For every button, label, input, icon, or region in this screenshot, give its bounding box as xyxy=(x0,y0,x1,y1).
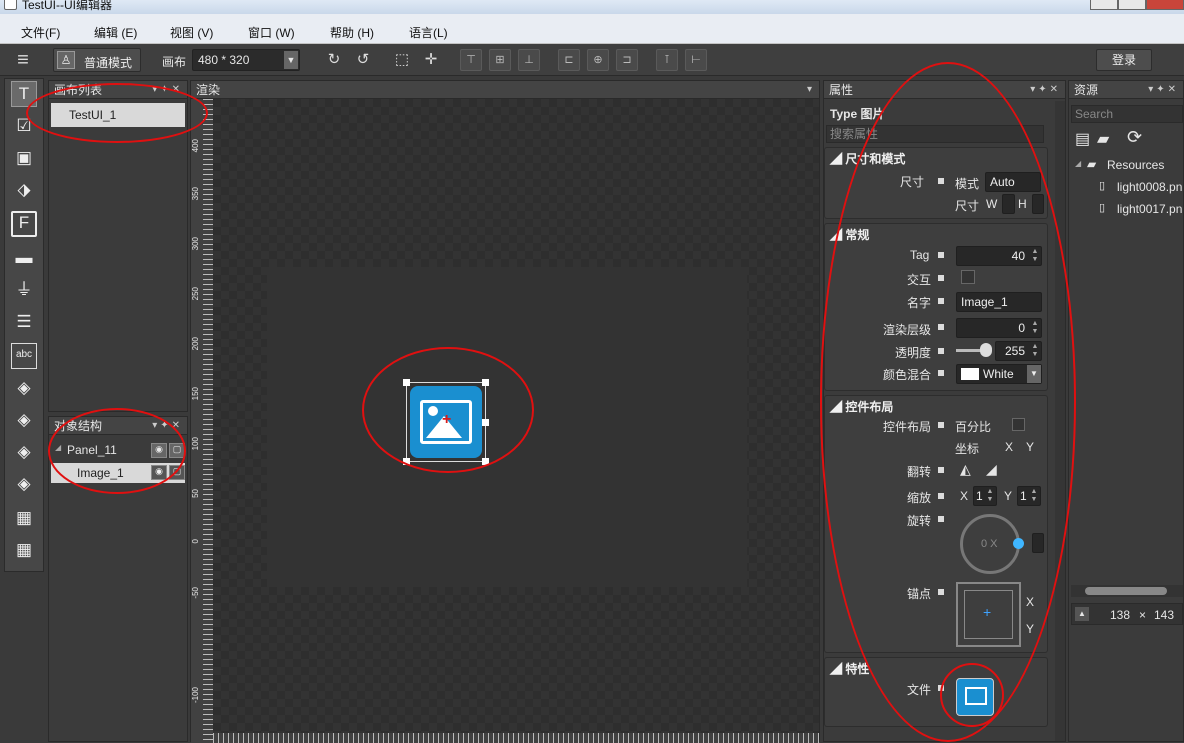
layer-tool-icon-3[interactable]: ◈ xyxy=(11,439,37,465)
annotation-oval xyxy=(940,663,1004,727)
resources-panel: 资源 ▾✦✕ Search ▤ ▰ ⟳ ◢ ▰ Resources ▯ light… xyxy=(1068,80,1184,742)
ruler-label: 50 xyxy=(191,489,200,498)
menu-help[interactable]: 帮助 (H) xyxy=(330,24,374,41)
ruler-label: 250 xyxy=(191,287,200,301)
image-height: 143 xyxy=(1154,608,1175,622)
size-times: × xyxy=(1139,608,1147,622)
ruler-ticks xyxy=(203,99,213,743)
layer-tool-icon-1[interactable]: ◈ xyxy=(11,375,37,401)
align-center-icon[interactable]: ⊕ xyxy=(587,49,609,71)
resources-folder[interactable]: Resources xyxy=(1107,158,1164,172)
panel-menu-icon[interactable]: ▾ xyxy=(807,81,815,99)
align-right-icon[interactable]: ⊐ xyxy=(616,49,638,71)
resources-header: 资源 ▾✦✕ xyxy=(1069,81,1183,99)
menu-bar: 文件(F) 编辑 (E) 视图 (V) 窗口 (W) 帮助 (H) 语言(L) xyxy=(0,14,1184,44)
image-tool-icon[interactable]: ▣ xyxy=(11,145,37,171)
panel-controls[interactable]: ▾✦✕ xyxy=(1148,81,1179,99)
folder-icon[interactable]: ▰ xyxy=(1097,129,1109,149)
annotation-oval xyxy=(362,347,534,473)
image-size-bar: ▲ 138 × 143 xyxy=(1071,603,1183,625)
resources-title: 资源 xyxy=(1074,83,1099,97)
maximize-button[interactable] xyxy=(1118,0,1146,10)
hamburger-menu-icon[interactable]: ≡ xyxy=(11,48,35,72)
select-frame-icon[interactable]: ⬚ xyxy=(390,48,414,72)
menu-view[interactable]: 视图 (V) xyxy=(170,24,213,41)
file-icon: ▯ xyxy=(1099,180,1106,192)
slider-tool-icon[interactable]: ⏚ xyxy=(11,277,37,303)
type-key: Type xyxy=(830,107,858,121)
toolbar: ≡ ♙ 普通模式 画布 480 * 320 ▼ ↻ ↺ ⬚ ✛ ⊤ ⊞ ⊥ ⊏ … xyxy=(0,44,1184,76)
layer-tool-icon-4[interactable]: ◈ xyxy=(11,471,37,497)
mode-button[interactable]: ♙ 普通模式 xyxy=(53,48,141,72)
progress-tool-icon[interactable]: ▬ xyxy=(11,245,37,271)
menu-file[interactable]: 文件(F) xyxy=(21,24,60,41)
align-top-icon[interactable]: ⊤ xyxy=(460,49,482,71)
crosshair-icon[interactable]: ✛ xyxy=(419,48,443,72)
image-width: 138 xyxy=(1110,608,1131,622)
minimize-button[interactable] xyxy=(1090,0,1118,10)
ruler-label: -100 xyxy=(191,687,200,704)
person-icon: ♙ xyxy=(57,51,75,69)
expand-arrow-icon[interactable]: ◢ xyxy=(1075,159,1081,168)
ruler-label: 350 xyxy=(191,187,200,201)
horizontal-scrollbar[interactable] xyxy=(1071,585,1183,597)
font-tool-icon[interactable]: F xyxy=(11,211,37,237)
grid-tool-icon-1[interactable]: ▦ xyxy=(11,505,37,531)
align-left-icon[interactable]: ⊏ xyxy=(558,49,580,71)
ruler-label: -50 xyxy=(191,587,200,599)
ruler-label: 150 xyxy=(191,387,200,401)
login-button[interactable]: 登录 xyxy=(1096,49,1152,71)
mode-label: 普通模式 xyxy=(84,56,133,70)
resource-file[interactable]: light0017.pn xyxy=(1117,202,1182,216)
app-icon xyxy=(4,0,17,10)
canvas-size-value: 480 * 320 xyxy=(198,53,250,67)
ruler-label: 300 xyxy=(191,237,200,251)
properties-title: 属性 xyxy=(829,83,854,97)
annotation-oval xyxy=(48,408,186,494)
menu-window[interactable]: 窗口 (W) xyxy=(248,24,295,41)
rotate-cw-icon[interactable]: ↻ xyxy=(322,48,346,72)
render-title: 渲染 xyxy=(196,83,221,97)
annotation-oval xyxy=(820,62,1076,742)
new-file-icon[interactable]: ▤ xyxy=(1075,129,1090,149)
ruler-label: 100 xyxy=(191,437,200,451)
ruler-label: 200 xyxy=(191,337,200,351)
title-bar: TestUI--UI编辑器 xyxy=(0,0,1184,14)
canvas-label: 画布 xyxy=(162,55,187,69)
folder-icon: ▰ xyxy=(1087,157,1097,171)
ruler-label: 0 xyxy=(191,539,200,544)
panel-controls[interactable]: ▾✦✕ xyxy=(1030,81,1061,99)
menu-edit[interactable]: 编辑 (E) xyxy=(94,24,137,41)
list-tool-icon[interactable]: ☰ xyxy=(11,309,37,335)
resource-search-input[interactable]: Search xyxy=(1071,105,1183,123)
render-header: 渲染 ▾ xyxy=(191,81,819,99)
tag-tool-icon[interactable]: ⬗ xyxy=(11,177,37,203)
feature-section-title: ◢ 特性 xyxy=(830,662,870,676)
distribute-horizontal-icon[interactable]: ⊢ xyxy=(685,49,707,71)
close-window-button[interactable] xyxy=(1146,0,1184,10)
rotate-ccw-icon[interactable]: ↺ xyxy=(351,48,375,72)
collapse-icon[interactable]: ▲ xyxy=(1075,607,1089,621)
scrollbar-thumb[interactable] xyxy=(1085,587,1167,595)
ruler-label: 400 xyxy=(191,139,200,153)
file-icon: ▯ xyxy=(1099,202,1106,214)
widget-toolbox: T ☑ ▣ ⬗ F ▬ ⏚ ☰ abc ◈ ◈ ◈ ◈ ▦ ▦ xyxy=(4,78,44,572)
annotation-oval xyxy=(26,83,208,143)
canvas-size-select[interactable]: 480 * 320 ▼ xyxy=(192,49,300,71)
chevron-down-icon: ▼ xyxy=(284,51,298,69)
window-title: TestUI--UI编辑器 xyxy=(22,0,113,12)
align-middle-icon[interactable]: ⊞ xyxy=(489,49,511,71)
layer-tool-icon-2[interactable]: ◈ xyxy=(11,407,37,433)
distribute-vertical-icon[interactable]: ⊺ xyxy=(656,49,678,71)
menu-language[interactable]: 语言(L) xyxy=(409,24,448,41)
vertical-ruler: 400 350 300 250 200 150 100 50 0 -50 -10… xyxy=(191,99,213,743)
resource-file[interactable]: light0008.pn xyxy=(1117,180,1182,194)
textfield-tool-icon[interactable]: abc xyxy=(11,343,37,369)
align-bottom-icon[interactable]: ⊥ xyxy=(518,49,540,71)
refresh-icon[interactable]: ⟳ xyxy=(1127,127,1142,148)
grid-tool-icon-2[interactable]: ▦ xyxy=(11,537,37,563)
